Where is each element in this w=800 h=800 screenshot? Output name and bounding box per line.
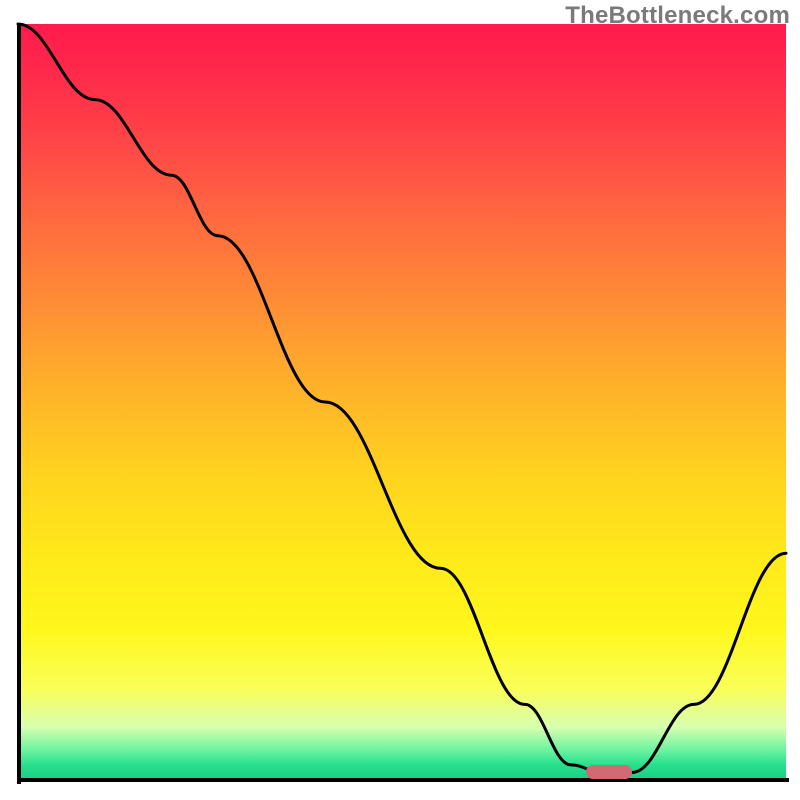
curve-path bbox=[18, 24, 786, 772]
optimal-marker bbox=[586, 765, 632, 779]
chart-frame: TheBottleneck.com bbox=[0, 0, 800, 800]
bottleneck-curve bbox=[18, 24, 786, 780]
